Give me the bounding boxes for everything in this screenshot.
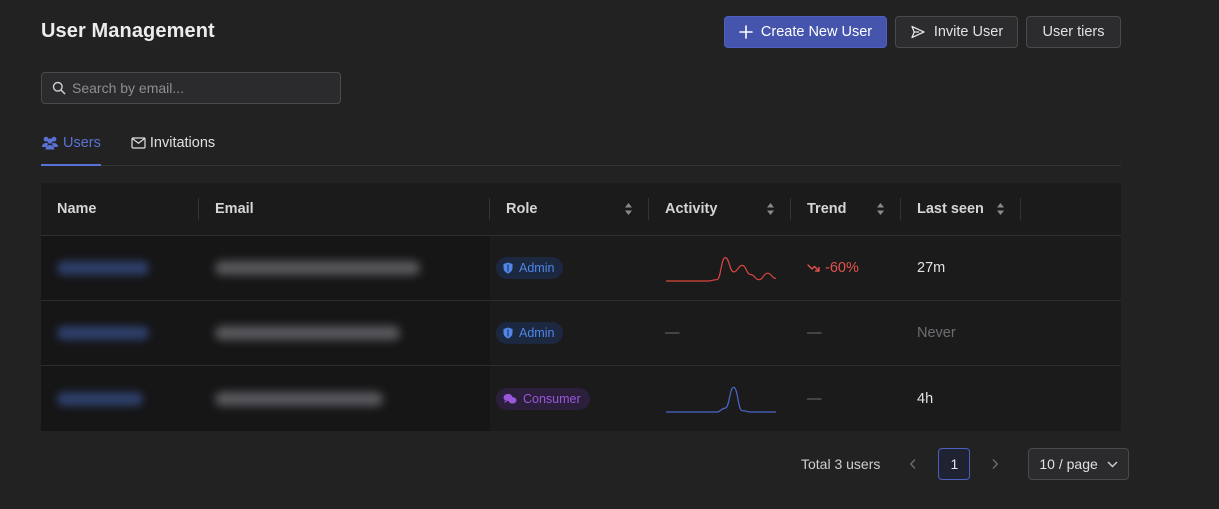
trend-cell: —	[807, 390, 822, 407]
redacted-email	[215, 391, 383, 406]
create-new-user-label: Create New User	[760, 24, 873, 40]
chat-bubbles-icon	[503, 393, 517, 405]
redacted-email	[215, 261, 420, 275]
search-box	[41, 72, 341, 104]
search-input[interactable]	[72, 80, 330, 96]
last-seen-cell: 27m	[917, 260, 946, 276]
sort-icon[interactable]	[996, 202, 1005, 220]
role-cell: Consumer	[490, 366, 649, 431]
trend-label: -60%	[825, 260, 859, 276]
column-header-label: Role	[506, 201, 538, 217]
user-tiers-button[interactable]: User tiers	[1026, 16, 1121, 48]
invite-user-button[interactable]: Invite User	[895, 16, 1018, 48]
user-email-cell	[199, 236, 490, 300]
sparkline-line	[666, 256, 777, 282]
activity-sparkline	[666, 256, 777, 282]
redacted-name	[57, 261, 149, 275]
send-icon	[910, 24, 926, 40]
chevron-left-icon	[910, 459, 916, 469]
role-cell: Admin	[490, 301, 649, 365]
user-name-cell	[41, 236, 199, 300]
invite-user-label: Invite User	[933, 24, 1004, 40]
page-size-select[interactable]: 10 / page	[1028, 448, 1130, 480]
activity-sparkline	[666, 386, 776, 413]
trend-cell: -60%	[791, 236, 901, 300]
column-header-label: Last seen	[917, 201, 984, 217]
column-header-label: Name	[57, 201, 97, 217]
last-seen-cell: 4h	[917, 390, 934, 407]
next-page-button[interactable]	[980, 458, 1010, 470]
sparkline-line	[666, 386, 776, 413]
tab-bar: Users Invitations	[41, 128, 1121, 166]
sort-icon[interactable]	[624, 202, 633, 220]
table-row[interactable]: Admin — — Never	[41, 301, 1121, 366]
last-seen-cell: Never	[917, 325, 956, 341]
table-body: Admin -60% 27m Admin — — Never Consumer …	[41, 236, 1121, 431]
column-header-label: Email	[215, 201, 254, 217]
sort-icon[interactable]	[766, 202, 775, 220]
column-header-email: Email	[199, 183, 490, 235]
page-title: User Management	[41, 20, 215, 42]
user-name-cell	[41, 301, 199, 365]
plus-icon	[739, 25, 753, 39]
user-email-cell	[199, 301, 490, 365]
create-new-user-button[interactable]: Create New User	[724, 16, 887, 48]
prev-page-button[interactable]	[898, 458, 928, 470]
role-badge: Admin	[496, 257, 564, 279]
role-cell: Admin	[490, 236, 649, 300]
column-header-activity[interactable]: Activity	[649, 183, 791, 235]
role-badge: Consumer	[496, 387, 590, 410]
column-header-role[interactable]: Role	[490, 183, 649, 235]
column-header-label: Trend	[807, 201, 847, 217]
total-users-label: Total 3 users	[801, 456, 881, 472]
header-actions: Create New User Invite User User tiers	[724, 16, 1121, 48]
column-header-label: Activity	[665, 201, 718, 217]
activity-cell: —	[665, 325, 680, 341]
trend-down-icon	[807, 263, 821, 273]
table-row[interactable]: Admin -60% 27m	[41, 236, 1121, 301]
tab-users-label: Users	[63, 135, 101, 151]
page-size-label: 10 / page	[1039, 456, 1098, 472]
table-header: Name Email Role Activity Trend Last seen	[41, 183, 1121, 236]
activity-cell	[649, 236, 791, 300]
user-name-cell	[41, 366, 199, 431]
column-header-name: Name	[41, 183, 199, 235]
column-header-trend[interactable]: Trend	[791, 183, 901, 235]
users-table: Name Email Role Activity Trend Last seen…	[41, 183, 1121, 431]
shield-icon	[503, 262, 513, 274]
role-label: Consumer	[523, 391, 581, 406]
role-badge: Admin	[496, 322, 564, 344]
chevron-right-icon	[992, 459, 999, 469]
chevron-down-icon	[1107, 461, 1118, 467]
users-icon	[41, 136, 59, 150]
tab-invitations[interactable]: Invitations	[131, 128, 215, 158]
column-header-last-seen[interactable]: Last seen	[901, 183, 1021, 235]
user-email-cell	[199, 366, 490, 431]
shield-icon	[503, 327, 513, 339]
user-management-page: User Management Create New User Invite U…	[0, 0, 1219, 509]
pagination: Total 3 users 1 10 / page	[801, 448, 1130, 480]
activity-cell	[649, 366, 791, 431]
role-label: Admin	[519, 261, 555, 275]
page-number-button[interactable]: 1	[938, 448, 971, 480]
trend-value: -60%	[807, 260, 859, 276]
redacted-email	[215, 326, 400, 340]
search-icon	[52, 81, 66, 95]
tab-invitations-label: Invitations	[149, 135, 216, 151]
mail-icon	[131, 137, 146, 149]
redacted-name	[57, 326, 149, 340]
redacted-name	[57, 391, 143, 406]
tab-users[interactable]: Users	[41, 128, 101, 166]
trend-cell: —	[807, 325, 822, 341]
role-label: Admin	[519, 326, 555, 340]
table-row[interactable]: Consumer — 4h	[41, 366, 1121, 431]
sort-icon[interactable]	[876, 202, 885, 220]
